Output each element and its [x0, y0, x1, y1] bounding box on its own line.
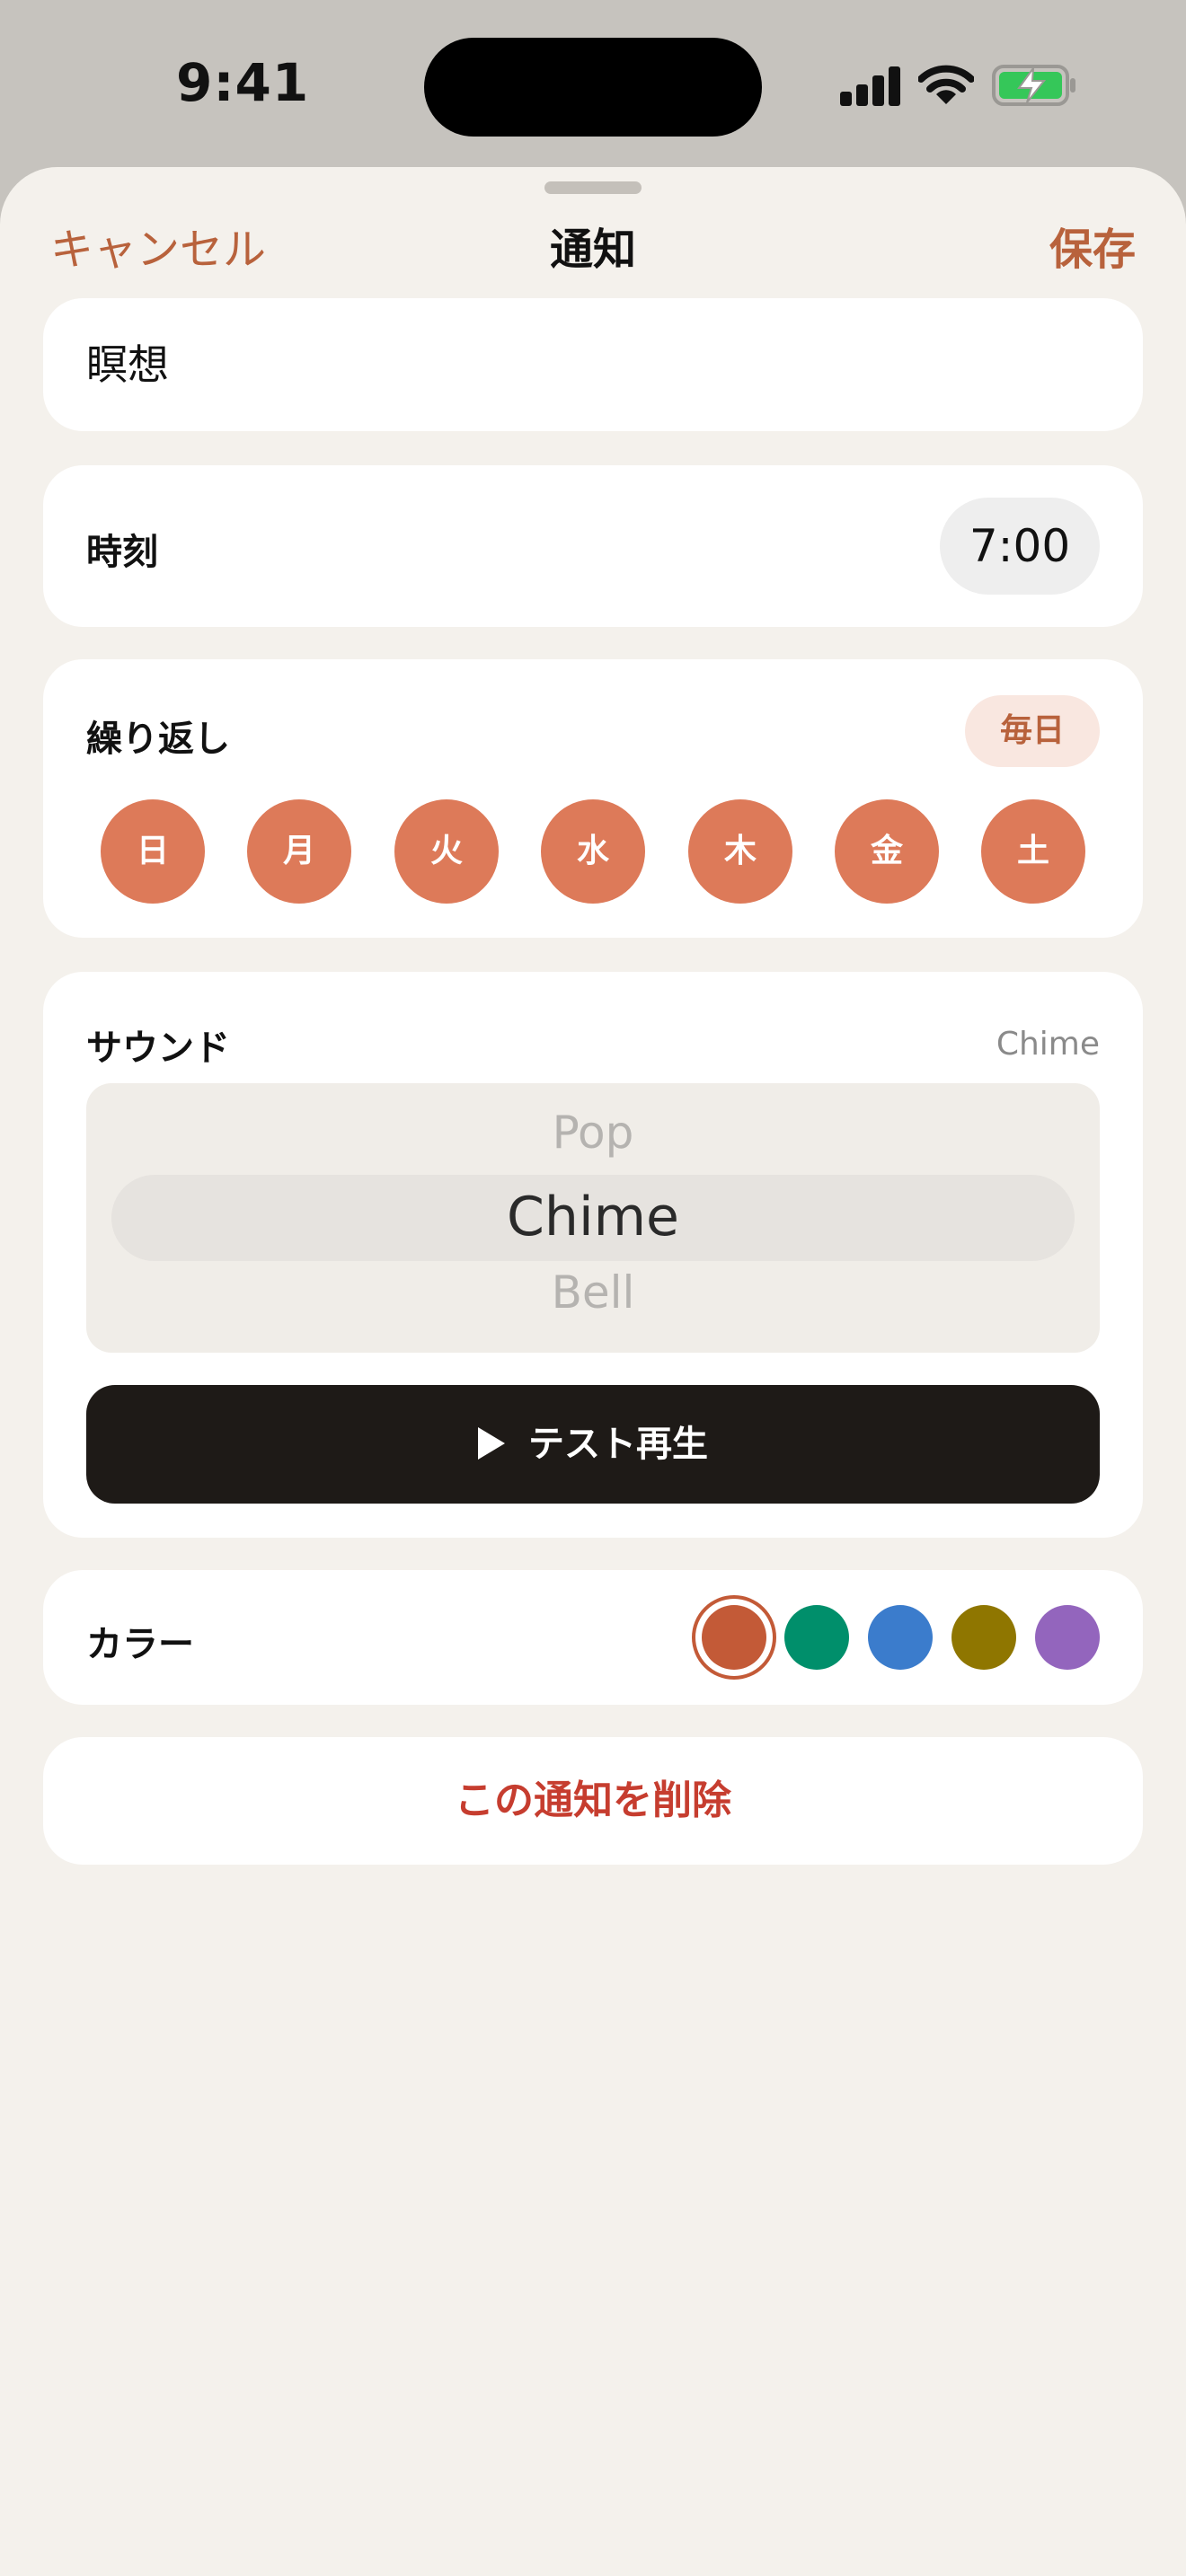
test-play-label: テスト再生	[528, 1424, 708, 1465]
delete-notification-button[interactable]: この通知を削除	[43, 1737, 1143, 1865]
day-toggle-thu[interactable]: 木	[688, 799, 792, 904]
color-swatch[interactable]	[951, 1605, 1016, 1670]
color-card: カラー	[43, 1570, 1143, 1705]
wifi-icon	[918, 65, 974, 104]
day-toggle-sun[interactable]: 日	[101, 799, 205, 904]
play-icon	[478, 1427, 505, 1460]
color-swatch[interactable]	[868, 1605, 933, 1670]
save-button[interactable]: 保存	[1049, 214, 1136, 277]
sound-label: サウンド	[86, 1028, 230, 1069]
day-toggle-fri[interactable]: 金	[835, 799, 939, 904]
day-toggle-wed[interactable]: 水	[541, 799, 645, 904]
notification-name-field[interactable]: 瞑想	[86, 298, 1093, 431]
sound-picker[interactable]: Pop Chime Bell	[86, 1083, 1100, 1353]
picker-option[interactable]: Bell	[86, 1266, 1100, 1319]
time-label: 時刻	[86, 532, 158, 573]
status-time: 9:41	[176, 52, 310, 113]
sheet-grabber[interactable]	[544, 181, 642, 194]
picker-option[interactable]: Pop	[86, 1107, 1100, 1159]
color-swatch[interactable]	[1035, 1605, 1100, 1670]
sound-card: サウンド Chime Pop Chime Bell テスト再生	[43, 972, 1143, 1538]
cellular-signal-icon	[840, 66, 901, 106]
battery-charging-icon	[992, 65, 1075, 106]
status-bar: 9:41	[0, 0, 1186, 162]
time-card: 時刻 7:00	[43, 465, 1143, 627]
weekday-selector: 日 月 火 水 木 金 土	[101, 799, 1085, 904]
repeat-label: 繰り返し	[86, 719, 230, 760]
sound-current-value: Chime	[996, 1026, 1100, 1063]
notification-sheet: キャンセル 通知 保存 瞑想 時刻 7:00 繰り返し 毎日 日 月 火 水 木…	[0, 167, 1186, 2576]
color-swatch-selected[interactable]	[702, 1605, 766, 1670]
color-swatch[interactable]	[784, 1605, 849, 1670]
test-play-button[interactable]: テスト再生	[86, 1385, 1100, 1504]
time-picker-button[interactable]: 7:00	[940, 498, 1100, 595]
dynamic-island	[424, 38, 762, 137]
daily-badge[interactable]: 毎日	[965, 695, 1100, 767]
day-toggle-sat[interactable]: 土	[981, 799, 1085, 904]
color-label: カラー	[86, 1624, 194, 1665]
day-toggle-mon[interactable]: 月	[247, 799, 351, 904]
page-title: 通知	[549, 225, 636, 275]
name-card: 瞑想	[43, 298, 1143, 431]
day-toggle-tue[interactable]: 火	[394, 799, 499, 904]
cancel-button[interactable]: キャンセル	[50, 214, 266, 277]
picker-option-selected[interactable]: Chime	[86, 1186, 1100, 1248]
repeat-card: 繰り返し 毎日 日 月 火 水 木 金 土	[43, 659, 1143, 938]
